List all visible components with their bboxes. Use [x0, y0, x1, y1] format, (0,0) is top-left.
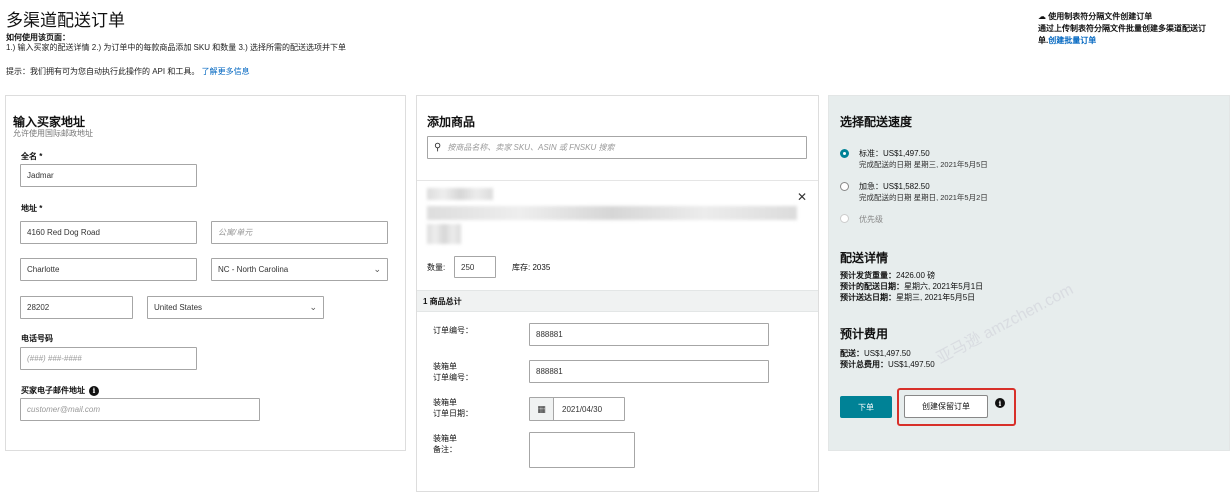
ship-date-value: 星期六, 2021年5月1日 — [904, 282, 984, 291]
qty-label: 数量: — [427, 263, 446, 272]
address-subheading: 允许使用国际邮政地址 — [13, 129, 93, 138]
items-total-bar — [417, 290, 818, 312]
weight-row: 预计发货重量：2426.00 磅 — [840, 270, 983, 281]
learn-more-link[interactable]: 了解更多信息 — [202, 67, 250, 76]
product-name-blurred — [427, 188, 493, 200]
help-text: 1.) 输入买家的配送详情 2.) 为订单中的每款商品添加 SKU 和数量 3.… — [6, 43, 347, 52]
ship-date-row: 预计的配送日期：星期六, 2021年5月1日 — [840, 281, 983, 292]
items-total-label: 1 商品总计 — [423, 297, 462, 306]
packing-date-label: 装箱单 订单日期： — [433, 398, 473, 418]
create-hold-order-button[interactable]: 创建保留订单 — [904, 395, 988, 418]
packing-date-value: 2021/04/30 — [562, 404, 603, 414]
option-date: 完成配送的日期 星期日, 2021年5月2日 — [859, 193, 988, 202]
stock-label: 库存: — [512, 263, 531, 272]
bulk-order-section: ☁ 使用制表符分隔文件创建订单 通过上传制表符分隔文件批量创建多渠道配送订 单.… — [1038, 11, 1228, 47]
weight-label: 预计发货重量： — [840, 271, 896, 280]
city-input[interactable]: Charlotte — [20, 258, 197, 281]
cloud-upload-icon: ☁ — [1038, 12, 1046, 21]
bulk-desc-2: 单.创建批量订单 — [1038, 35, 1228, 47]
ship-cost-row: 配送：US$1,497.50 — [840, 348, 935, 359]
product-desc-blurred-2 — [427, 224, 461, 244]
option-title: 加急：US$1,582.50 — [859, 182, 930, 191]
bulk-desc-tail: 单. — [1038, 36, 1049, 45]
option-date: 完成配送的日期 星期三, 2021年5月5日 — [859, 160, 988, 169]
total-cost-row: 预计总费用：US$1,497.50 — [840, 359, 935, 370]
option-title: 标准：US$1,497.50 — [859, 149, 930, 158]
info-icon[interactable]: i — [995, 398, 1005, 408]
bulk-desc: 通过上传制表符分隔文件批量创建多渠道配送订 — [1038, 24, 1206, 33]
chevron-down-icon: ⌄ — [373, 264, 381, 274]
zip-input[interactable]: 28202 — [20, 296, 133, 319]
bulk-order-link[interactable]: 创建批量订单 — [1048, 36, 1096, 45]
country-select[interactable]: United States ⌄ — [147, 296, 324, 319]
ship-date-label: 预计的配送日期： — [840, 282, 904, 291]
packing-slip-id-input[interactable]: 888881 — [529, 360, 769, 383]
arrive-date-row: 预计送达日期：星期三, 2021年5月5日 — [840, 292, 983, 303]
address-label: 地址 * — [21, 204, 43, 213]
product-search-input[interactable]: ⚲ 按商品名称、卖家 SKU、ASIN 或 FNSKU 搜索 — [427, 136, 807, 159]
email-input[interactable]: customer@mail.com — [20, 398, 260, 421]
shipping-option-standard-radio[interactable] — [840, 149, 849, 158]
order-id-label: 订单编号： — [433, 326, 473, 335]
packing-date-input[interactable]: ▦ 2021/04/30 — [529, 397, 625, 421]
packing-note-textarea[interactable] — [529, 432, 635, 468]
ship-cost-label: 配送： — [840, 349, 864, 358]
packing-note-label: 装箱单 备注： — [433, 434, 457, 454]
phone-placeholder: (###) ###-#### — [27, 354, 82, 363]
order-id-input[interactable]: 888881 — [529, 323, 769, 346]
cost-details: 配送：US$1,497.50 预计总费用：US$1,497.50 — [840, 348, 935, 370]
remove-product-icon[interactable]: ✕ — [797, 190, 807, 204]
arrive-label: 预计送达日期： — [840, 293, 896, 302]
email-label-row: 买家电子邮件地址 i — [21, 385, 99, 396]
cost-heading: 预计费用 — [840, 327, 889, 341]
email-placeholder: customer@mail.com — [27, 405, 101, 414]
bulk-title: 使用制表符分隔文件创建订单 — [1048, 12, 1153, 21]
shipping-details-heading: 配送详情 — [840, 251, 889, 265]
shipping-option-expedited-radio[interactable] — [840, 182, 849, 191]
full-name-input[interactable]: Jadmar — [20, 164, 197, 187]
stock-row: 库存: 2035 — [512, 262, 550, 273]
quantity-input[interactable]: 250 — [454, 256, 496, 278]
shipping-option-expedited[interactable]: 加急：US$1,582.50 完成配送的日期 星期日, 2021年5月2日 — [859, 181, 988, 203]
phone-label: 电话号码 — [21, 334, 53, 343]
arrive-value: 星期三, 2021年5月5日 — [896, 293, 976, 302]
tip-text: 提示：我们拥有可为您自动执行此操作的 API 和工具。 了解更多信息 — [6, 66, 250, 77]
products-heading: 添加商品 — [427, 115, 476, 129]
state-select[interactable]: NC - North Carolina ⌄ — [211, 258, 388, 281]
page-title: 多渠道配送订单 — [6, 11, 125, 30]
country-value: United States — [154, 303, 203, 312]
total-cost-value: US$1,497.50 — [888, 360, 935, 369]
product-desc-blurred — [427, 206, 797, 220]
address-line2-input[interactable]: 公寓/单元 — [211, 221, 388, 244]
address-line2-placeholder: 公寓/单元 — [218, 228, 253, 237]
total-cost-label: 预计总费用： — [840, 360, 888, 369]
shipping-option-priority-radio — [840, 214, 849, 223]
info-icon[interactable]: i — [89, 385, 99, 396]
bulk-title-row: ☁ 使用制表符分隔文件创建订单 — [1038, 11, 1228, 23]
search-icon: ⚲ — [434, 142, 442, 153]
calendar-icon[interactable]: ▦ — [530, 398, 554, 420]
place-order-button[interactable]: 下单 — [840, 396, 892, 418]
weight-value: 2426.00 磅 — [896, 271, 936, 280]
email-label: 买家电子邮件地址 — [21, 386, 85, 395]
name-label: 全名 * — [21, 152, 43, 161]
ship-cost-value: US$1,497.50 — [864, 349, 911, 358]
shipping-option-standard[interactable]: 标准：US$1,497.50 完成配送的日期 星期三, 2021年5月5日 — [859, 148, 988, 170]
shipping-option-priority: 优先级 — [859, 215, 883, 224]
stock-value: 2035 — [532, 263, 551, 272]
search-placeholder: 按商品名称、卖家 SKU、ASIN 或 FNSKU 搜索 — [447, 143, 615, 152]
shipping-details: 预计发货重量：2426.00 磅 预计的配送日期：星期六, 2021年5月1日 … — [840, 270, 983, 303]
address-line1-input[interactable]: 4160 Red Dog Road — [20, 221, 197, 244]
state-value: NC - North Carolina — [218, 265, 289, 274]
shipping-heading: 选择配送速度 — [840, 115, 913, 129]
phone-input[interactable]: (###) ###-#### — [20, 347, 197, 370]
packing-id-label: 装箱单 订单编号： — [433, 362, 473, 382]
chevron-down-icon: ⌄ — [309, 302, 317, 312]
tip-label: 提示：我们拥有可为您自动执行此操作的 API 和工具。 — [6, 67, 200, 76]
